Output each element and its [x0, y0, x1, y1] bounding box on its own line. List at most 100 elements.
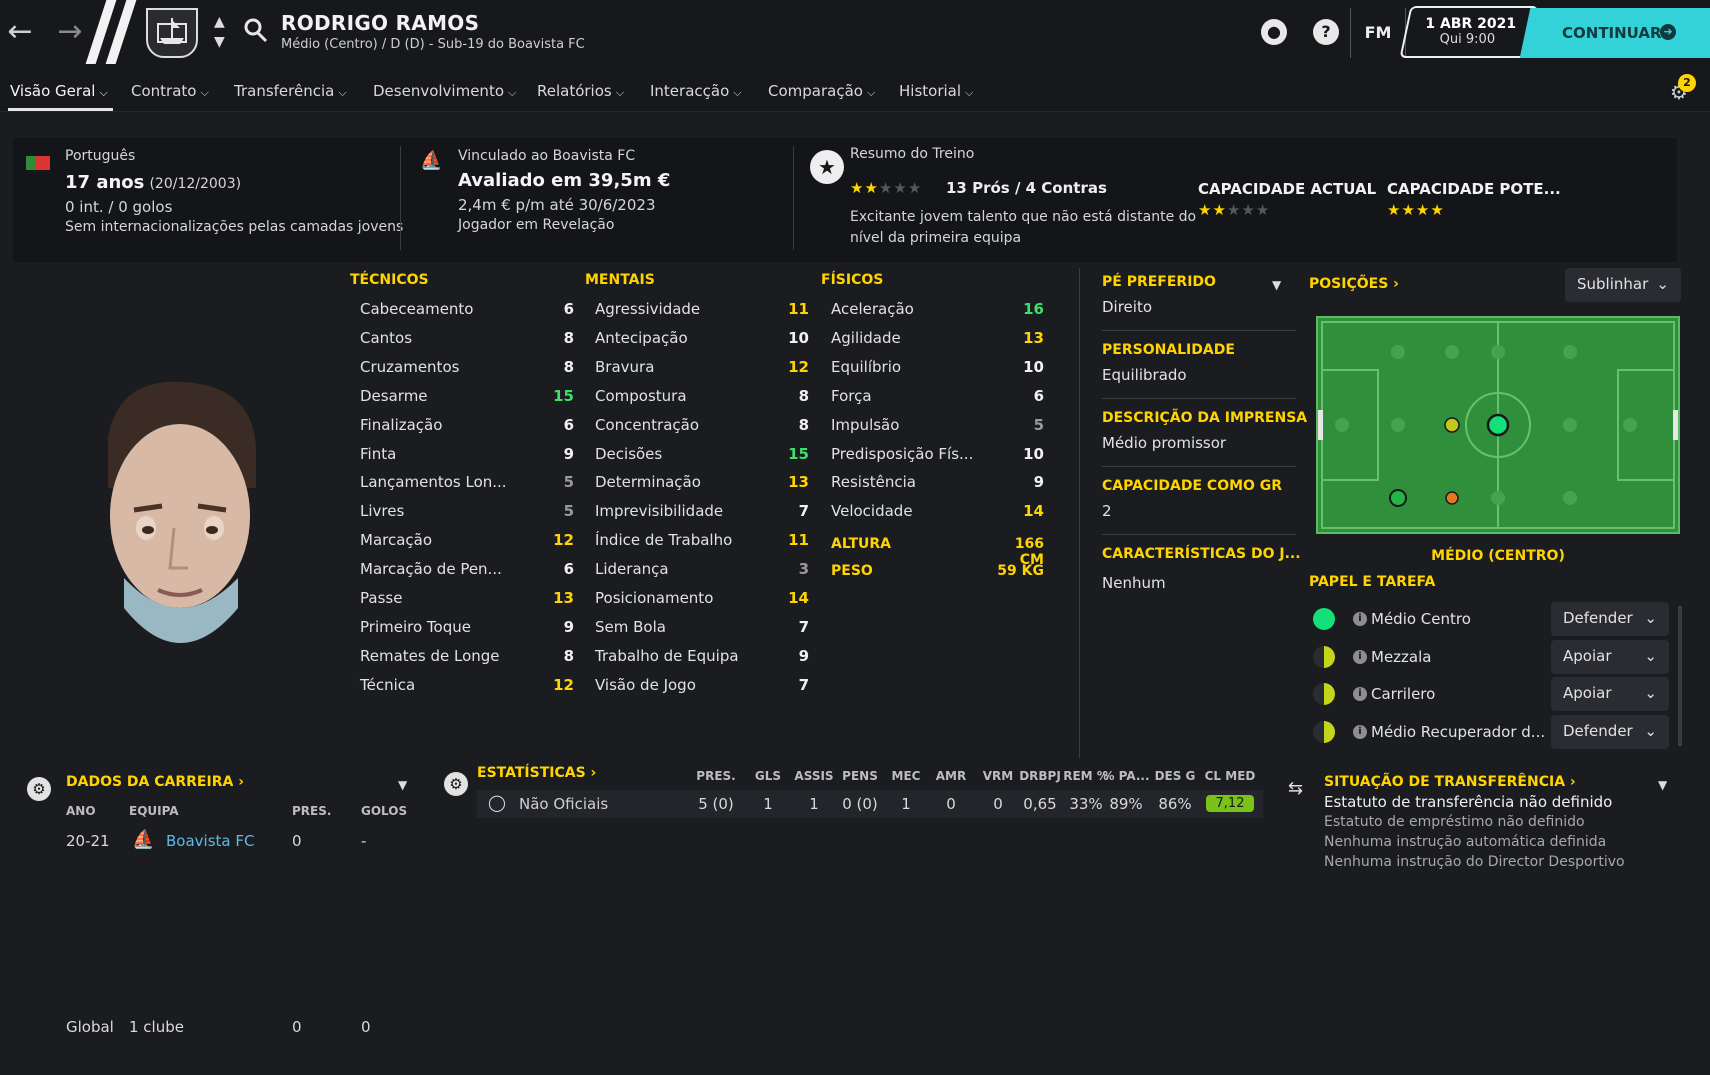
player-name: RODRIGO RAMOS — [281, 11, 480, 35]
attribute-row[interactable]: Força 6 — [831, 387, 1044, 416]
attribute-row[interactable]: Trabalho de Equipa 9 — [595, 647, 809, 676]
tab-reports[interactable]: Relatórios ⌵ — [537, 82, 624, 100]
attribute-row[interactable]: Determinação 13 — [595, 473, 809, 502]
attribute-row[interactable]: Decisões 15 — [595, 445, 809, 474]
settings-icon[interactable]: ⚙ — [27, 777, 51, 801]
info-icon[interactable]: i — [1353, 687, 1367, 701]
attribute-name: Aceleração — [831, 300, 914, 318]
settings-icon[interactable]: ⚙ — [444, 772, 468, 796]
attribute-row[interactable]: Finta 9 — [360, 445, 574, 474]
attribute-row[interactable]: Compostura 8 — [595, 387, 809, 416]
tab-contract[interactable]: Contrato ⌵ — [131, 82, 209, 100]
attribute-row[interactable]: Primeiro Toque 9 — [360, 618, 574, 647]
attribute-row[interactable]: Agilidade 13 — [831, 329, 1044, 358]
attribute-row[interactable]: Sem Bola 7 — [595, 618, 809, 647]
continue-label[interactable]: CONTINUAR — [1562, 24, 1662, 42]
stats-column-header[interactable]: DRBPJ — [1014, 769, 1066, 783]
stats-column-header[interactable]: % PA... — [1100, 769, 1152, 783]
attribute-value: 14 — [788, 589, 809, 607]
role-suitability-icon — [1313, 683, 1335, 705]
positions-link[interactable]: POSIÇÕES › — [1309, 276, 1399, 292]
stats-column-header[interactable]: CL MED — [1204, 769, 1256, 783]
attribute-row[interactable]: Bravura 12 — [595, 358, 809, 387]
role-row[interactable]: i Carrilero Apoiar ⌄ — [1309, 675, 1679, 713]
attribute-row[interactable]: Posicionamento 14 — [595, 589, 809, 618]
arrow-right-icon[interactable]: ➜ — [1660, 24, 1676, 40]
attribute-row[interactable]: Agressividade 11 — [595, 300, 809, 329]
world-icon[interactable]: ● — [1261, 19, 1287, 45]
attribute-row[interactable]: Cruzamentos 8 — [360, 358, 574, 387]
attribute-row[interactable]: Remates de Longe 8 — [360, 647, 574, 676]
duty-select[interactable]: Apoiar ⌄ — [1551, 677, 1669, 711]
highlight-select[interactable]: Sublinhar ⌄ — [1565, 268, 1681, 302]
attribute-row[interactable]: Índice de Trabalho 11 — [595, 531, 809, 560]
duty-select[interactable]: Defender ⌄ — [1551, 715, 1669, 749]
stats-column-header[interactable]: GLS — [742, 769, 794, 783]
previous-player-icon[interactable]: ▲ — [214, 14, 225, 30]
stats-title[interactable]: ESTATÍSTICAS › — [477, 765, 596, 781]
next-player-icon[interactable]: ▼ — [214, 34, 225, 50]
stats-column-header[interactable]: AMR — [925, 769, 977, 783]
attribute-name: Finta — [360, 444, 397, 463]
chevron-down-icon[interactable]: ▼ — [1272, 278, 1281, 292]
info-icon[interactable]: i — [1353, 650, 1367, 664]
stats-column-header[interactable]: PENS — [834, 769, 886, 783]
attribute-row[interactable]: Marcação 12 — [360, 531, 574, 560]
attribute-row[interactable]: Cantos 8 — [360, 329, 574, 358]
info-icon[interactable]: i — [1353, 612, 1367, 626]
attribute-row[interactable]: Passe 13 — [360, 589, 574, 618]
back-arrow-icon[interactable]: ← — [0, 0, 40, 64]
attribute-row[interactable]: Concentração 8 — [595, 416, 809, 445]
info-icon[interactable]: i — [1353, 725, 1367, 739]
attribute-row[interactable]: Velocidade 14 — [831, 502, 1044, 531]
transfer-title[interactable]: SITUAÇÃO DE TRANSFERÊNCIA › — [1324, 774, 1576, 790]
career-title[interactable]: DADOS DA CARREIRA › — [66, 774, 244, 790]
role-row[interactable]: i Médio Recuperador d... Defender ⌄ — [1309, 713, 1679, 751]
career-team-link[interactable]: Boavista FC — [166, 832, 254, 850]
duty-select[interactable]: Apoiar ⌄ — [1551, 640, 1669, 674]
search-icon[interactable] — [244, 18, 268, 48]
attribute-value: 7 — [798, 502, 809, 521]
attribute-row[interactable]: Técnica 12 — [360, 676, 574, 705]
attribute-row[interactable]: Imprevisibilidade 7 — [595, 502, 809, 531]
help-icon[interactable]: ? — [1313, 19, 1339, 45]
tab-history[interactable]: Historial ⌵ — [899, 82, 973, 100]
attribute-row[interactable]: Aceleração 16 — [831, 300, 1044, 329]
duty-select[interactable]: Defender ⌄ — [1551, 602, 1669, 636]
fm-menu-button[interactable]: FM — [1350, 8, 1406, 58]
attribute-name: Marcação de Pen... — [360, 560, 502, 579]
role-row[interactable]: i Mezzala Apoiar ⌄ — [1309, 638, 1679, 676]
attribute-row[interactable]: Visão de Jogo 7 — [595, 676, 809, 705]
attribute-row[interactable]: Liderança 3 — [595, 560, 809, 589]
roles-scrollbar[interactable] — [1678, 606, 1682, 746]
chevron-down-icon[interactable]: ▼ — [398, 778, 407, 792]
attribute-row[interactable]: Impulsão 5 — [831, 416, 1044, 445]
stats-column-header[interactable]: DES G — [1149, 769, 1201, 783]
tab-comparison[interactable]: Comparação ⌵ — [768, 82, 875, 100]
forward-arrow-icon[interactable]: → — [50, 0, 90, 64]
role-row[interactable]: i Médio Centro Defender ⌄ — [1309, 600, 1679, 638]
tab-transfer[interactable]: Transferência ⌵ — [234, 82, 347, 100]
attribute-row[interactable]: Cabeceamento 6 — [360, 300, 574, 329]
traits-label: CARACTERÍSTICAS DO J... — [1102, 546, 1301, 562]
training-star-icon[interactable]: ★ — [810, 150, 844, 184]
stats-column-header[interactable]: PRES. — [690, 769, 742, 783]
attribute-row[interactable]: Equilíbrio 10 — [831, 358, 1044, 387]
stats-column-header[interactable]: ASSIS — [788, 769, 840, 783]
chevron-down-icon[interactable]: ▼ — [1658, 778, 1667, 792]
transfer-arrows-icon[interactable]: ⇆ — [1288, 778, 1303, 799]
attribute-row[interactable]: Marcação de Pen... 6 — [360, 560, 574, 589]
tab-development[interactable]: Desenvolvimento ⌵ — [373, 82, 516, 100]
divider — [1079, 268, 1080, 758]
attribute-row[interactable]: Lançamentos Lon... 5 — [360, 473, 574, 502]
tab-interaction[interactable]: Interacção ⌵ — [650, 82, 742, 100]
role-name: Médio Recuperador d... — [1371, 723, 1546, 741]
attribute-row[interactable]: Antecipação 10 — [595, 329, 809, 358]
attribute-row[interactable]: Finalização 6 — [360, 416, 574, 445]
attribute-row[interactable]: Desarme 15 — [360, 387, 574, 416]
club-crest-icon[interactable] — [146, 8, 198, 58]
attribute-row[interactable]: Predisposição Fís... 10 — [831, 445, 1044, 474]
attribute-row[interactable]: Livres 5 — [360, 502, 574, 531]
attribute-row[interactable]: Resistência 9 — [831, 473, 1044, 502]
tab-overview[interactable]: Visão Geral ⌵ — [10, 82, 108, 100]
